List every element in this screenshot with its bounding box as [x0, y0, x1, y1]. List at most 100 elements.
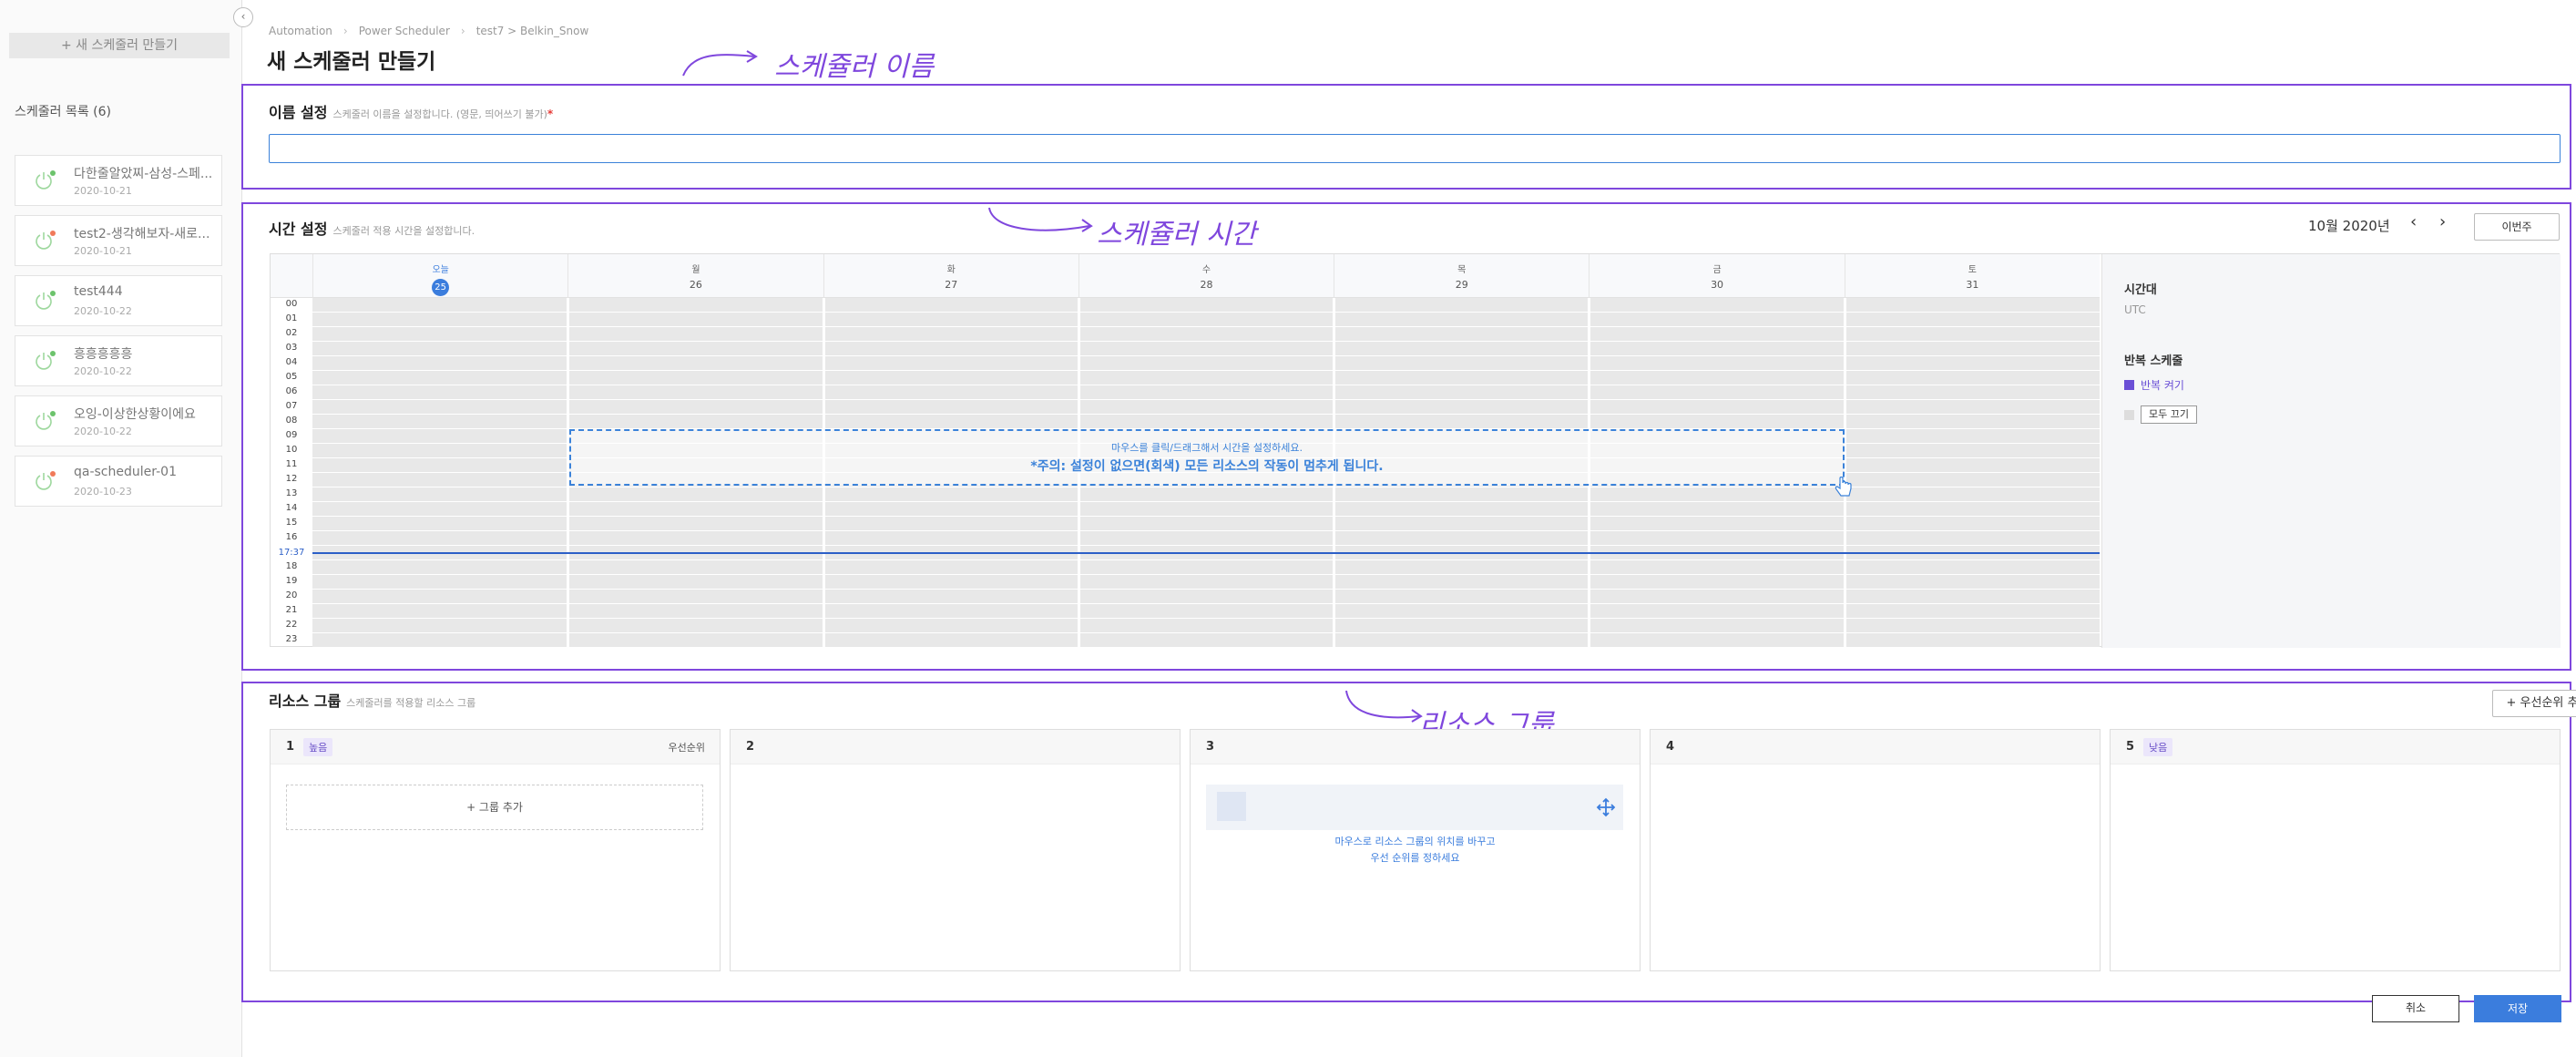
- scheduler-date: 2020-10-22: [74, 365, 132, 377]
- add-group-button[interactable]: + 그룹 추가: [286, 785, 703, 830]
- day-header: 목 29: [1334, 254, 1590, 298]
- name-section-heading: 이름 설정: [269, 104, 328, 121]
- sidebar: + 새 스케줄러 만들기 스케줄러 목록 (6) 다한줄알았찌-삼성-스페...…: [0, 0, 242, 1057]
- status-dot: [50, 471, 56, 477]
- page-title: 새 스케줄러 만들기: [267, 50, 436, 74]
- priority-number: 5: [2126, 740, 2135, 754]
- move-icon[interactable]: [1596, 797, 1616, 817]
- hour-label: 15: [285, 518, 298, 528]
- breadcrumb-item[interactable]: Power Scheduler: [359, 25, 450, 37]
- prev-week-button[interactable]: ‹: [2410, 212, 2417, 231]
- new-scheduler-button[interactable]: + 새 스케줄러 만들기: [9, 33, 230, 58]
- current-time-label: 17:37: [278, 548, 305, 558]
- hour-label: 22: [285, 620, 298, 630]
- status-dot: [50, 411, 56, 416]
- annotation-arrow: [682, 50, 758, 77]
- time-section-title: 시간 설정 스케줄러 적용 시간을 설정합니다.: [269, 217, 475, 239]
- calendar-corner: [271, 254, 312, 298]
- hour-label: 08: [285, 416, 298, 426]
- repeat-on-button[interactable]: 반복 켜기: [2141, 377, 2184, 393]
- scheduler-name: test2-생각해보자-새로...: [74, 227, 210, 241]
- selection-hint-box: 마우스를 클릭/드래그해서 시간을 설정하세요. *주의: 설정이 없으면(회색…: [569, 429, 1852, 497]
- priority-column-3: 3 마우스로 리소스 그룹의 위치를 바꾸고 우선 순위를 정하세요: [1190, 729, 1641, 971]
- priority-header: 2: [731, 730, 1180, 765]
- scheduler-list-item[interactable]: 흥흥흥흥흥 2020-10-22: [15, 335, 222, 386]
- chevron-left-icon: ‹: [240, 10, 246, 23]
- timezone-title: 시간대: [2124, 283, 2157, 297]
- day-header: 오늘 25: [312, 254, 568, 298]
- day-header: 월 26: [567, 254, 823, 298]
- annotation-arrow: [988, 207, 1093, 232]
- this-week-button[interactable]: 이번주: [2474, 213, 2560, 241]
- group-placeholder: [1217, 792, 1246, 821]
- resource-section-desc: 스케줄러를 적용할 리소스 그룹: [346, 697, 476, 709]
- day-name: 화: [946, 265, 956, 275]
- scheduler-date: 2020-10-22: [74, 305, 132, 317]
- hour-label: 12: [285, 474, 298, 484]
- month-label: 10월 2020년: [2308, 218, 2390, 234]
- hour-label: 19: [285, 576, 298, 586]
- priority-number: 4: [1666, 740, 1675, 754]
- add-priority-button[interactable]: + 우선순위 추가: [2492, 690, 2576, 717]
- name-section-desc: 스케줄러 이름을 설정합니다. (영문, 띄어쓰기 불가): [332, 108, 547, 120]
- day-date: 30: [1711, 279, 1724, 291]
- scheduler-date: 2020-10-22: [74, 426, 132, 437]
- priority-header: 3: [1191, 730, 1640, 765]
- cancel-button[interactable]: 취소: [2372, 995, 2459, 1022]
- scheduler-date: 2020-10-21: [74, 185, 132, 197]
- scheduler-name: 다한줄알았찌-삼성-스페...: [74, 167, 213, 181]
- hour-label: 13: [285, 488, 298, 498]
- next-week-button[interactable]: ›: [2439, 212, 2446, 231]
- hint-text: 마우스를 클릭/드래그해서 시간을 설정하세요.: [1111, 442, 1303, 454]
- hour-label: 11: [285, 459, 298, 469]
- hour-label: 01: [285, 313, 298, 323]
- warning-text: *주의: 설정이 없으면(회색) 모든 리소스의 작동이 멈추게 됩니다.: [1030, 459, 1384, 474]
- repeat-title: 반복 스케줄: [2124, 354, 2183, 368]
- chevron-right-icon: ›: [342, 25, 348, 37]
- scheduler-list-item[interactable]: test2-생각해보자-새로... 2020-10-21: [15, 215, 222, 266]
- annotation-time-label: 스케쥴러 시간: [1097, 219, 1257, 251]
- scheduler-name: 흥흥흥흥흥: [74, 347, 133, 362]
- resource-section-heading: 리소스 그룹: [269, 693, 342, 710]
- group-drop-zone[interactable]: [1206, 785, 1623, 830]
- hand-cursor-icon: [1835, 477, 1852, 497]
- hour-label: 09: [285, 430, 298, 440]
- timezone-value[interactable]: UTC: [2124, 303, 2146, 316]
- scheduler-list-item[interactable]: test444 2020-10-22: [15, 275, 222, 326]
- breadcrumb-item[interactable]: test7 > Belkin_Snow: [476, 25, 589, 37]
- priority-label: 우선순위: [668, 742, 705, 754]
- day-name: 금: [1712, 265, 1722, 275]
- day-name: 목: [1457, 265, 1467, 275]
- save-button[interactable]: 저장: [2474, 995, 2561, 1022]
- calendar-side-panel: 시간대 UTC 반복 스케줄 반복 켜기 모두 끄기: [2101, 254, 2561, 648]
- scheduler-list-item[interactable]: qa-scheduler-01 2020-10-23: [15, 456, 222, 507]
- priority-header: 5 낮음: [2111, 730, 2560, 765]
- repeat-on-swatch: [2124, 380, 2134, 390]
- priority-number: 1: [286, 740, 295, 754]
- time-section-heading: 시간 설정: [269, 221, 328, 238]
- priority-column-2: 2: [730, 729, 1181, 971]
- hour-label: 03: [285, 343, 298, 353]
- hour-label: 00: [285, 299, 298, 309]
- scheduler-date: 2020-10-23: [74, 486, 132, 498]
- day-header: 화 27: [823, 254, 1078, 298]
- scheduler-name: 오잉-이상한상황이에요: [74, 407, 196, 422]
- repeat-off-swatch: [2124, 410, 2134, 420]
- day-date: 27: [945, 279, 958, 291]
- status-dot: [50, 351, 56, 356]
- breadcrumb-item[interactable]: Automation: [269, 25, 332, 37]
- day-name: 토: [1968, 265, 1977, 275]
- scheduler-list-item[interactable]: 오잉-이상한상황이에요 2020-10-22: [15, 395, 222, 446]
- status-dot: [50, 231, 56, 236]
- scheduler-name: qa-scheduler-01: [74, 465, 177, 479]
- collapse-sidebar-button[interactable]: ‹: [233, 7, 253, 27]
- all-off-button[interactable]: 모두 끄기: [2141, 405, 2197, 424]
- hour-label: 18: [285, 561, 298, 571]
- priority-header: 1 높음 우선순위: [271, 730, 720, 765]
- day-header: 토 31: [1844, 254, 2100, 298]
- drag-hint-line1: 마우스로 리소스 그룹의 위치를 바꾸고: [1334, 836, 1496, 847]
- hour-label: 05: [285, 372, 298, 382]
- scheduler-list-item[interactable]: 다한줄알았찌-삼성-스페... 2020-10-21: [15, 155, 222, 206]
- annotation-name-label: 스케쥴러 이름: [774, 51, 935, 83]
- scheduler-name-input[interactable]: [269, 134, 2561, 163]
